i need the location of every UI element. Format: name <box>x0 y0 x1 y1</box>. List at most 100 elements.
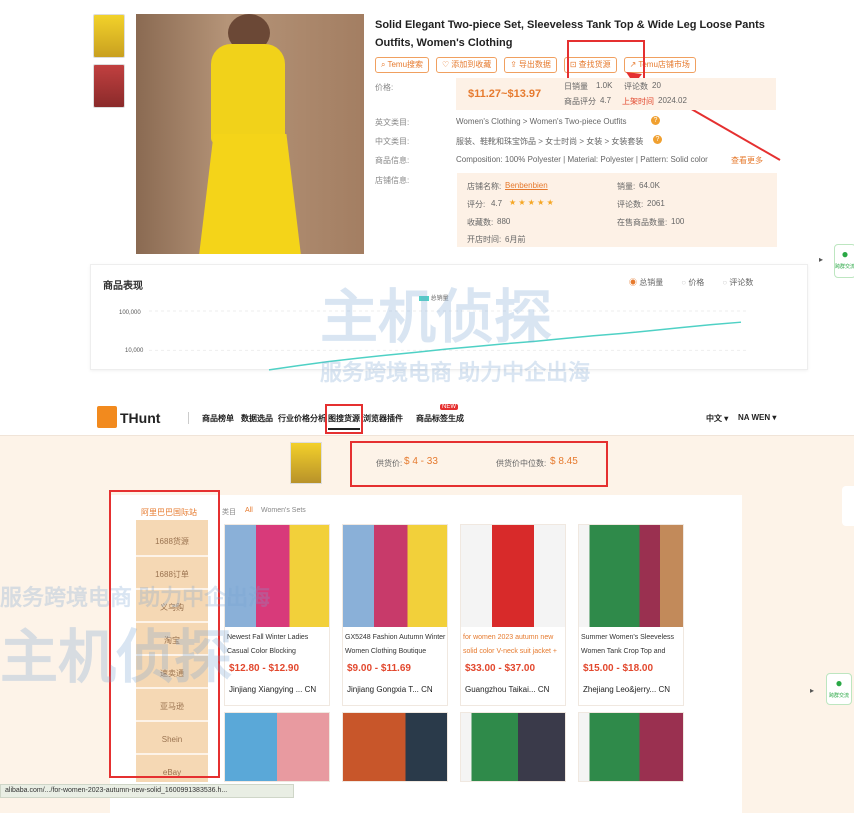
shop-follow: 880 <box>497 217 511 226</box>
shop-open-label: 开店时间: <box>467 235 502 244</box>
shop-score-label: 评分: <box>467 200 486 209</box>
category-tab-womens-sets[interactable]: Women's Sets <box>261 507 306 514</box>
product-name: GX5248 Fashion Autumn Winter Women Cloth… <box>345 634 446 655</box>
join-group-widget[interactable]: ● 跨群交流 <box>826 673 852 705</box>
shop-items: 100 <box>671 217 685 226</box>
shop-sales-label: 销量: <box>617 182 636 191</box>
product-card[interactable]: GX5248 Fashion Autumn Winter Women Cloth… <box>342 524 448 706</box>
product-card[interactable]: Newest Fall Winter Ladies Casual Color B… <box>224 524 330 706</box>
reviews-value: 20 <box>652 81 661 90</box>
reviews-label: 评论数 <box>624 82 648 91</box>
product-card[interactable]: for women 2023 autumn new solid color V-… <box>460 524 566 706</box>
logo-text: THunt <box>120 410 161 426</box>
product-detail-panel: Solid Elegant Two-piece Set, Sleeveless … <box>0 0 854 371</box>
shop-name-label: 店铺名称: <box>467 182 502 191</box>
user-menu[interactable]: NA WEN ▾ <box>738 413 776 422</box>
chart-title: 商品表现 <box>103 281 143 292</box>
product-image <box>461 525 565 627</box>
product-image <box>579 525 683 627</box>
thunt-nav-bar: THunt 商品榜单 数据选品 行业价格分析 图搜货源 浏览器插件 商品标签生成… <box>0 400 854 436</box>
join-group-widget[interactable]: ● 跨群交流 <box>834 244 854 278</box>
performance-chart-card: 商品表现 ◉ 总销量 ○ 价格 ○ 评论数 总销量 100,000 10,000 <box>90 264 808 371</box>
product-card[interactable] <box>460 712 566 782</box>
thumbnail-1[interactable] <box>93 14 125 58</box>
product-image <box>461 713 565 781</box>
product-price: $33.00 - $37.00 <box>465 663 536 674</box>
view-more-link[interactable]: 查看更多 <box>731 155 763 166</box>
product-image <box>225 713 329 781</box>
highlight-box-supply-price <box>350 441 608 487</box>
price-panel: $11.27~$13.97 日销量 1.0K 评论数 20 商品评分 4.7 上… <box>456 78 776 110</box>
tab-price[interactable]: ○ 价格 <box>681 277 704 288</box>
shop-review-label: 评论数: <box>617 200 644 209</box>
product-price: $9.00 - $11.69 <box>347 663 411 674</box>
nav-item-selection[interactable]: 数据选品 <box>241 413 273 424</box>
product-price: $12.80 - $12.90 <box>229 663 300 674</box>
listed-label: 上架时间 <box>622 97 654 106</box>
en-category: Women's Clothing > Women's Two-piece Out… <box>456 117 627 126</box>
product-image <box>343 713 447 781</box>
export-button[interactable]: ⇪ 导出数据 <box>504 57 557 73</box>
product-card[interactable] <box>224 712 330 782</box>
tab-total-sales[interactable]: ◉ 总销量 <box>629 277 663 288</box>
category-label: 类目 <box>222 509 236 516</box>
product-supplier: Jinjiang Xiangying ... CN <box>229 685 317 694</box>
nav-item-extension[interactable]: 浏览器插件 <box>363 413 403 424</box>
product-card[interactable] <box>342 712 448 782</box>
chevron-down-icon: ▾ <box>772 413 777 422</box>
add-favorite-button[interactable]: ♡ 添加到收藏 <box>436 57 498 73</box>
product-name: Newest Fall Winter Ladies Casual Color B… <box>227 634 309 655</box>
series-line-total-sales <box>268 321 742 371</box>
product-name: Summer Women's Sleeveless Women Tank Cro… <box>581 634 675 655</box>
shop-score: 4.7 <box>491 199 503 208</box>
listed-value: 2024.02 <box>658 96 687 105</box>
side-toolbar[interactable] <box>842 486 854 526</box>
en-category-label: 英文类目: <box>375 118 410 127</box>
help-icon[interactable]: ? <box>651 116 660 125</box>
product-card[interactable]: Summer Women's Sleeveless Women Tank Cro… <box>578 524 684 706</box>
shop-items-label: 在售商品数量: <box>617 218 668 227</box>
shop-review: 2061 <box>647 199 665 208</box>
tab-reviews[interactable]: ○ 评论数 <box>722 277 753 288</box>
price-label: 价格: <box>375 83 394 92</box>
product-supplier: Guangzhou Taikai... CN <box>465 685 550 694</box>
product-image <box>225 525 329 627</box>
shop-info-panel: 店铺名称: Benbenbien 销量: 64.0K 评分: 4.7 ★ ★ ★… <box>457 173 777 247</box>
shop-sales: 64.0K <box>639 181 660 190</box>
search-icon: ⌕ <box>381 60 386 69</box>
nav-item-tag-generator[interactable]: 商品标签生成 <box>416 413 464 424</box>
expand-arrow-icon[interactable]: ▸ <box>810 686 814 695</box>
chart-legend: 总销量 <box>419 293 449 302</box>
shop-info-label: 店铺信息: <box>375 176 410 185</box>
product-info-label: 商品信息: <box>375 156 410 165</box>
nav-item-ranking[interactable]: 商品榜单 <box>202 413 234 424</box>
nav-item-price-analysis[interactable]: 行业价格分析 <box>278 413 326 424</box>
browser-status-bar: alibaba.com/.../for-women-2023-autumn-ne… <box>0 784 294 798</box>
product-image <box>579 713 683 781</box>
product-card[interactable] <box>578 712 684 782</box>
shop-name-link[interactable]: Benbenbien <box>505 181 548 190</box>
product-supplier: Jinjiang Gongxia T... CN <box>347 685 433 694</box>
product-price: $15.00 - $18.00 <box>583 663 654 674</box>
expand-arrow-icon[interactable]: ▸ <box>819 255 823 264</box>
chart-tabs: ◉ 总销量 ○ 价格 ○ 评论数 <box>629 277 753 288</box>
help-icon[interactable]: ? <box>653 135 662 144</box>
highlight-box-image-search <box>325 404 363 434</box>
category-tab-all[interactable]: All <box>245 507 253 514</box>
y-tick-label: 100,000 <box>119 310 141 316</box>
thumbnail-2[interactable] <box>93 64 125 108</box>
chevron-down-icon: ▾ <box>724 414 729 423</box>
rating-label: 商品评分 <box>564 97 596 106</box>
heart-icon: ♡ <box>442 60 450 69</box>
product-supplier: Zhejiang Leo&jerry... CN <box>583 685 671 694</box>
export-icon: ⇪ <box>510 60 517 69</box>
new-badge: NEW <box>440 404 458 410</box>
rating-value: 4.7 <box>600 96 612 105</box>
price-value: $11.27~$13.97 <box>468 88 542 100</box>
temu-search-button[interactable]: ⌕ Temu搜索 <box>375 57 430 73</box>
query-image-thumbnail <box>290 442 322 484</box>
rating-stars-icon: ★ ★ ★ ★ ★ <box>509 198 554 207</box>
shop-follow-label: 收藏数: <box>467 218 494 227</box>
language-selector[interactable]: 中文 ▾ <box>706 413 728 424</box>
product-main-image <box>136 14 364 254</box>
